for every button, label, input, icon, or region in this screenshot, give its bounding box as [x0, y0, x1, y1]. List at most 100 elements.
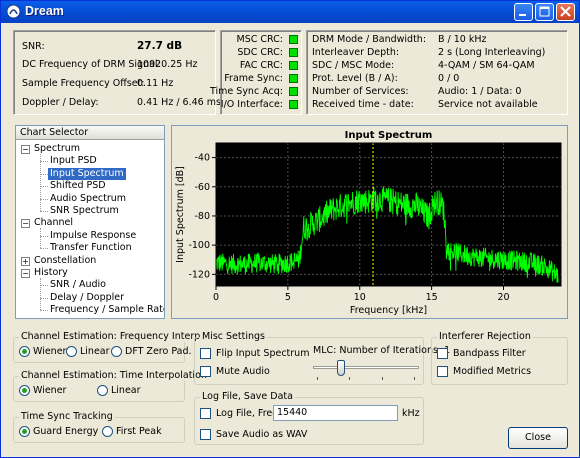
minimize-button[interactable]	[514, 3, 533, 21]
expand-icon[interactable]: +	[21, 256, 30, 266]
window-title: Dream	[25, 4, 64, 18]
title-bar: Dream	[1, 1, 579, 23]
freq-interp-wiener-radio[interactable]	[19, 346, 30, 357]
freq-interp-dft-radio[interactable]	[111, 346, 122, 357]
x-tick-label: 20	[497, 292, 509, 303]
tree-item-constellation[interactable]: Constellation	[34, 255, 96, 267]
misc-settings-group: Misc Settings Flip Input Spectrum Mute A…	[194, 331, 450, 385]
tree-item-snr-audio[interactable]: SNR / Audio	[50, 279, 106, 291]
maximize-icon	[539, 6, 550, 17]
x-tick-label: 10	[354, 292, 366, 303]
save-wav-label[interactable]: Save Audio as WAV	[216, 429, 307, 440]
signal-status-panel: SNR: 27.7 dB DC Frequency of DRM Signal:…	[13, 30, 221, 115]
slider-track	[313, 366, 419, 369]
sdc-msc-mode-value: 4-QAM / SM 64-QAM	[438, 60, 535, 71]
maximize-button[interactable]	[535, 3, 554, 21]
flip-spectrum-checkbox[interactable]	[200, 348, 211, 359]
tree-item-snr-spectrum[interactable]: SNR Spectrum	[50, 205, 119, 217]
slider-thumb[interactable]	[337, 360, 346, 376]
log-freq-unit: kHz	[402, 408, 420, 419]
slider-tick	[349, 377, 350, 380]
io-interface-label: I/O Interface:	[220, 99, 283, 110]
bandpass-filter-checkbox[interactable]	[437, 348, 448, 359]
tree-connector	[40, 285, 48, 287]
freq-interp-linear-label[interactable]: Linear	[80, 346, 110, 357]
modified-metrics-checkbox[interactable]	[437, 366, 448, 377]
guard-energy-radio[interactable]	[19, 426, 30, 437]
chart-selector-tree[interactable]: Chart Selector − Spectrum Input PSD Input S…	[15, 125, 165, 319]
dc-frequency-value: 10920.25 Hz	[137, 59, 198, 70]
first-peak-radio[interactable]	[102, 426, 113, 437]
collapse-icon[interactable]: −	[21, 269, 30, 278]
tree-item-transfer-function[interactable]: Transfer Function	[50, 242, 132, 254]
time-interp-linear-radio[interactable]	[97, 385, 108, 396]
slider-tick	[414, 377, 415, 380]
collapse-icon[interactable]: −	[21, 219, 30, 229]
time-interp-wiener-radio[interactable]	[19, 385, 30, 396]
x-tick-label: 0	[213, 292, 219, 303]
tree-item-delay-doppler[interactable]: Delay / Doppler	[50, 292, 124, 304]
y-tick-label: -120	[188, 269, 210, 280]
interferer-rejection-group: Interferer Rejection Bandpass Filter Mod…	[431, 331, 568, 385]
sdc-crc-led	[289, 48, 298, 57]
drm-mode-value: B / 10 kHz	[438, 34, 487, 45]
save-wav-checkbox[interactable]	[200, 429, 211, 440]
tree-item-audio-spectrum[interactable]: Audio Spectrum	[50, 193, 126, 205]
time-interp-linear-label[interactable]: Linear	[111, 385, 141, 396]
tree-connector	[40, 186, 48, 188]
y-tick-label: -80	[194, 211, 210, 222]
freq-interp-linear-radio[interactable]	[66, 346, 77, 357]
tree-item-frequency-sample-rate[interactable]: Frequency / Sample Rate	[50, 304, 164, 316]
y-tick-label: -60	[194, 182, 210, 193]
slider-tick	[382, 377, 383, 380]
log-file-group: Log File, Save Data Log File, Freq: 1544…	[194, 391, 424, 445]
snr-value: 27.7 dB	[137, 40, 183, 52]
mute-audio-label[interactable]: Mute Audio	[216, 366, 270, 377]
chart-selector-header[interactable]: Chart Selector	[16, 126, 164, 140]
fac-crc-label: FAC CRC:	[239, 60, 283, 71]
drm-info-panel: DRM Mode / Bandwidth: B / 10 kHz Interle…	[306, 30, 568, 115]
log-file-checkbox[interactable]	[200, 408, 211, 419]
close-window-button[interactable]	[556, 3, 575, 21]
tree-item-input-spectrum[interactable]: Input Spectrum	[48, 167, 126, 180]
tree-connector	[40, 198, 48, 200]
time-interp-title: Channel Estimation: Time Interpolation	[19, 370, 209, 381]
modified-metrics-label[interactable]: Modified Metrics	[453, 366, 531, 377]
chart-title: Input Spectrum	[345, 130, 433, 141]
log-file-title: Log File, Save Data	[200, 391, 295, 402]
tree-item-input-psd[interactable]: Input PSD	[50, 155, 97, 167]
flip-spectrum-label[interactable]: Flip Input Spectrum	[216, 348, 309, 359]
close-icon	[560, 6, 571, 17]
log-file-freq-label[interactable]: Log File, Freq:	[216, 408, 281, 419]
close-button[interactable]: Close	[508, 427, 568, 449]
tree-connector	[40, 310, 48, 312]
mlc-iterations-slider[interactable]	[313, 360, 419, 380]
guard-energy-label[interactable]: Guard Energy	[33, 426, 98, 437]
msc-crc-led	[289, 35, 298, 44]
freq-interp-dft-label[interactable]: DFT Zero Pad.	[125, 346, 192, 357]
time-interp-group: Channel Estimation: Time Interpolation W…	[13, 370, 209, 402]
sample-freq-offset-label: Sample Frequency Offset:	[22, 78, 145, 89]
x-tick-label: 15	[426, 292, 438, 303]
time-sync-title: Time Sync Tracking	[19, 411, 115, 422]
frame-sync-label: Frame Sync:	[224, 73, 283, 84]
freq-interp-wiener-label[interactable]: Wiener	[33, 346, 66, 357]
interleaver-label: Interleaver Depth:	[312, 47, 400, 58]
tree-item-shifted-psd[interactable]: Shifted PSD	[50, 180, 106, 192]
prot-level-label: Prot. Level (B / A):	[312, 73, 398, 84]
num-services-label: Number of Services:	[312, 86, 409, 97]
bandpass-filter-label[interactable]: Bandpass Filter	[453, 348, 526, 359]
collapse-icon[interactable]: −	[21, 145, 30, 154]
mute-audio-checkbox[interactable]	[200, 366, 211, 377]
dream-window: Dream SNR: 27.7 dB DC Frequency of DRM S…	[0, 0, 580, 458]
y-tick-label: -100	[188, 240, 210, 251]
doppler-delay-label: Doppler / Delay:	[22, 97, 99, 108]
frame-sync-led	[289, 74, 298, 83]
log-freq-input[interactable]: 15440	[273, 405, 398, 421]
tree-item-impulse-response[interactable]: Impulse Response	[50, 230, 136, 242]
tree-connector	[40, 161, 48, 163]
first-peak-label[interactable]: First Peak	[116, 426, 162, 437]
tree-connector	[40, 228, 41, 249]
time-interp-wiener-label[interactable]: Wiener	[33, 385, 66, 396]
doppler-delay-value: 0.41 Hz / 6.46 ms	[137, 97, 221, 108]
